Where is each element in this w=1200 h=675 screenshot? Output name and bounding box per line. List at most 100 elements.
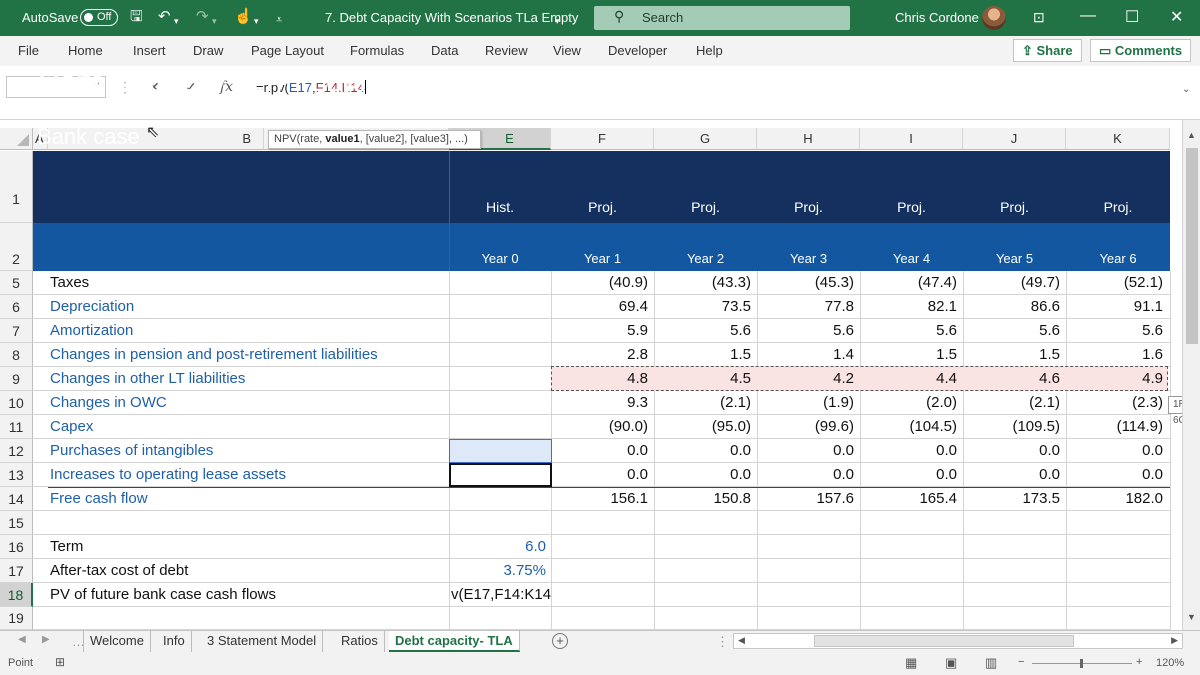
row-header-9[interactable]: 9 xyxy=(0,367,33,391)
row-header-17[interactable]: 17 xyxy=(0,559,33,583)
sheet-tab-welcome[interactable]: Welcome xyxy=(83,631,151,652)
comments-button[interactable]: ▭ Comments xyxy=(1090,39,1192,62)
tab-draw[interactable]: Draw xyxy=(193,43,223,58)
value-cell[interactable]: (45.3) xyxy=(757,271,858,295)
value-cell[interactable]: 0.0 xyxy=(757,463,858,487)
redo-dropdown-icon[interactable]: ▾ xyxy=(212,12,217,30)
value-cell[interactable]: 0.0 xyxy=(860,463,961,487)
value-cell[interactable]: 1.5 xyxy=(860,343,961,367)
value-cell[interactable]: 157.6 xyxy=(757,487,858,511)
tab-review[interactable]: Review xyxy=(485,43,528,58)
row-header-15[interactable]: 15 xyxy=(0,511,33,535)
normal-view-icon[interactable]: ▦ xyxy=(905,655,917,671)
customize-qat-icon[interactable]: ⩡ xyxy=(276,11,282,29)
active-cell-e18[interactable] xyxy=(449,463,552,487)
document-title[interactable]: 7. Debt Capacity With Scenarios TLa Empt… xyxy=(325,10,578,25)
page-layout-view-icon[interactable]: ▣ xyxy=(945,655,957,671)
value-cell[interactable]: (40.9) xyxy=(551,271,652,295)
prev-sheet-icon[interactable]: ◀ xyxy=(18,634,26,645)
user-name[interactable]: Chris Cordone xyxy=(895,10,979,25)
value-cell[interactable]: (1.9) xyxy=(757,391,858,415)
macro-record-icon[interactable]: ⊞ xyxy=(55,655,65,669)
zoom-level[interactable]: 120% xyxy=(1156,657,1184,669)
minimize-icon[interactable]: — xyxy=(1080,7,1096,25)
close-icon[interactable]: ✕ xyxy=(1170,7,1183,27)
sheet-tab-debt-capacity[interactable]: Debt capacity- TLA xyxy=(389,631,520,652)
search-box[interactable]: ⚲ Search xyxy=(594,6,850,30)
value-cell[interactable]: (109.5) xyxy=(963,415,1064,439)
active-cell-edit-text[interactable]: v(E17,F14:K14 xyxy=(449,583,552,607)
value-cell[interactable]: (2.0) xyxy=(860,391,961,415)
value-cell[interactable]: 0.0 xyxy=(551,463,652,487)
value-cell[interactable]: 173.5 xyxy=(963,487,1064,511)
value-cell[interactable]: 0.0 xyxy=(757,439,858,463)
zoom-in-icon[interactable]: + xyxy=(1136,656,1142,668)
touch-mode-icon[interactable]: ☝ xyxy=(234,8,253,26)
row-header-16[interactable]: 16 xyxy=(0,535,33,559)
value-cell[interactable]: 0.0 xyxy=(963,439,1064,463)
value-cell[interactable]: 91.1 xyxy=(1066,295,1167,319)
column-header-f[interactable]: F xyxy=(551,128,654,150)
value-cell[interactable]: 0.0 xyxy=(1066,439,1167,463)
value-cell[interactable]: 5.6 xyxy=(654,319,755,343)
value-cell[interactable]: 5.9 xyxy=(551,319,652,343)
value-cell[interactable]: 1.5 xyxy=(963,343,1064,367)
row-header-6[interactable]: 6 xyxy=(0,295,33,319)
touch-dropdown-icon[interactable]: ▾ xyxy=(254,12,259,30)
undo-dropdown-icon[interactable]: ▾ xyxy=(174,12,179,30)
after-tax-cost-value[interactable]: 3.75% xyxy=(449,559,546,583)
row-header-12[interactable]: 12 xyxy=(0,439,33,463)
value-cell[interactable]: (2.1) xyxy=(654,391,755,415)
value-cell[interactable]: 0.0 xyxy=(963,463,1064,487)
value-cell[interactable]: 4.8 xyxy=(551,367,652,391)
autosave-toggle[interactable]: Off xyxy=(80,9,118,26)
row-header-18[interactable]: 18 xyxy=(0,583,33,607)
sheet-tab-info[interactable]: Info xyxy=(157,631,192,652)
value-cell[interactable]: 69.4 xyxy=(551,295,652,319)
page-break-view-icon[interactable]: ▥ xyxy=(985,655,997,671)
row-header-5[interactable]: 5 xyxy=(0,271,33,295)
undo-icon[interactable]: ↶ xyxy=(158,8,171,26)
horizontal-scrollbar[interactable]: ◀ ▶ xyxy=(733,633,1183,649)
tab-formulas[interactable]: Formulas xyxy=(350,43,404,58)
value-cell[interactable]: (90.0) xyxy=(551,415,652,439)
value-cell[interactable]: 4.2 xyxy=(757,367,858,391)
value-cell[interactable]: 0.0 xyxy=(860,439,961,463)
save-icon[interactable]: 🖫 xyxy=(130,8,143,26)
value-cell[interactable]: 0.0 xyxy=(654,439,755,463)
tab-file[interactable]: File xyxy=(18,43,39,58)
column-header-h[interactable]: H xyxy=(757,128,860,150)
column-header-k[interactable]: K xyxy=(1066,128,1170,150)
value-cell[interactable]: 1.5 xyxy=(654,343,755,367)
row-header-13[interactable]: 13 xyxy=(0,463,33,487)
value-cell[interactable]: 156.1 xyxy=(551,487,652,511)
row-header-11[interactable]: 11 xyxy=(0,415,33,439)
value-cell[interactable]: (49.7) xyxy=(963,271,1064,295)
value-cell[interactable]: 5.6 xyxy=(963,319,1064,343)
value-cell[interactable]: (2.1) xyxy=(963,391,1064,415)
value-cell[interactable]: 5.6 xyxy=(860,319,961,343)
value-cell[interactable]: 9.3 xyxy=(551,391,652,415)
tab-help[interactable]: Help xyxy=(696,43,723,58)
ribbon-display-icon[interactable]: ⊡ xyxy=(1033,9,1045,26)
value-cell[interactable]: 4.9 xyxy=(1066,367,1167,391)
select-all-button[interactable] xyxy=(0,128,33,150)
value-cell[interactable]: 0.0 xyxy=(654,463,755,487)
tab-insert[interactable]: Insert xyxy=(133,43,166,58)
tab-developer[interactable]: Developer xyxy=(608,43,667,58)
redo-icon[interactable]: ↷ xyxy=(196,8,209,26)
value-cell[interactable]: 5.6 xyxy=(757,319,858,343)
tab-page-layout[interactable]: Page Layout xyxy=(251,43,324,58)
row-header-14[interactable]: 14 xyxy=(0,487,33,511)
value-cell[interactable]: 0.0 xyxy=(1066,463,1167,487)
value-cell[interactable]: (114.9) xyxy=(1066,415,1167,439)
next-sheet-icon[interactable]: ▶ xyxy=(42,634,50,645)
row-header-1[interactable]: 1 xyxy=(0,151,33,223)
scroll-up-icon[interactable]: ▲ xyxy=(1187,130,1196,140)
avatar[interactable] xyxy=(982,6,1006,30)
share-button[interactable]: ⇪ Share xyxy=(1013,39,1082,62)
tab-data[interactable]: Data xyxy=(431,43,458,58)
value-cell[interactable]: 4.5 xyxy=(654,367,755,391)
value-cell[interactable]: (99.6) xyxy=(757,415,858,439)
term-value[interactable]: 6.0 xyxy=(449,535,546,559)
